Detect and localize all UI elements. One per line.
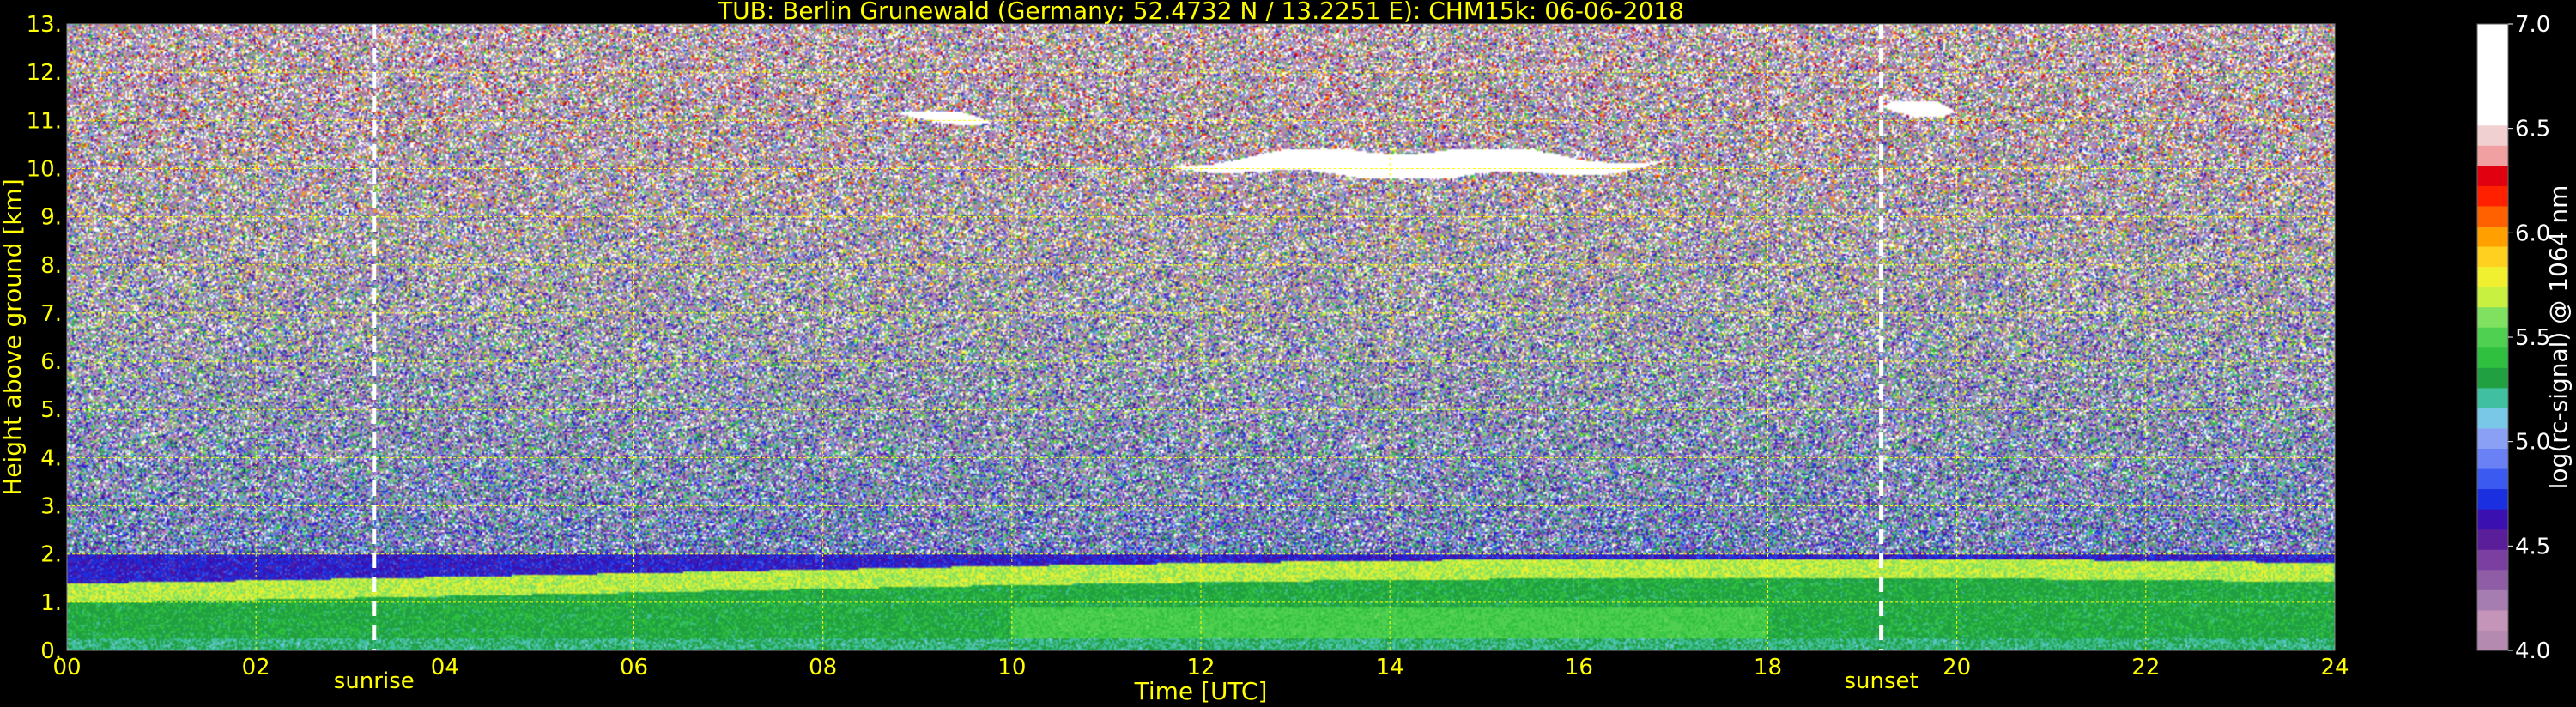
colorbar-tick-label: 4.5 (2515, 534, 2550, 559)
y-tick-label: 2. (40, 542, 62, 568)
y-tick-label: 11. (27, 108, 62, 134)
colorbar-segment (2477, 488, 2508, 510)
x-tick-label: 18 (1754, 655, 1782, 680)
colorbar-segment (2477, 549, 2508, 571)
x-tick-label: 22 (2131, 655, 2160, 680)
colorbar-segment (2477, 529, 2508, 550)
colorbar-segment (2477, 165, 2508, 186)
colorbar-tick-label: 6.5 (2515, 117, 2550, 142)
colorbar-segment (2477, 367, 2508, 389)
y-tick-label: 1. (40, 590, 62, 616)
y-tick-label: 4. (40, 445, 62, 471)
y-tick-label: 13. (27, 12, 62, 38)
marker-label-sunrise: sunrise (334, 668, 415, 694)
y-tick-label: 9. (40, 205, 62, 231)
ceilometer-figure: sunrise sunset TUB: Berlin Grunewald (Ger… (0, 0, 2576, 707)
colorbar-segment (2477, 105, 2508, 126)
y-axis-label: Height above ground [km] (0, 178, 27, 496)
x-tick-label: 16 (1565, 655, 1593, 680)
colorbar-segment (2477, 44, 2508, 65)
x-tick-label: 20 (1943, 655, 1971, 680)
colorbar-segment (2477, 185, 2508, 207)
colorbar-segment (2477, 609, 2508, 631)
x-tick-label: 04 (431, 655, 459, 680)
y-tick-label: 7. (40, 301, 62, 327)
colorbar-segment (2477, 569, 2508, 590)
x-tick-label: 02 (242, 655, 270, 680)
colorbar-segment (2477, 124, 2508, 146)
colorbar-tick-label: 7.0 (2515, 12, 2550, 38)
x-tick-label: 00 (52, 655, 81, 680)
colorbar-segment (2477, 84, 2508, 106)
colorbar-segment (2477, 427, 2508, 450)
colorbar-segment (2477, 589, 2508, 611)
colorbar-segment (2477, 468, 2508, 490)
colorbar-tick-label: 4.0 (2515, 638, 2550, 664)
colorbar-segment (2477, 408, 2508, 429)
colorbar-segment (2477, 509, 2508, 530)
y-tick-label: 5. (40, 397, 62, 423)
x-axis-label: Time [UTC] (1134, 677, 1268, 705)
colorbar-segment (2477, 448, 2508, 469)
colorbar-segment (2477, 387, 2508, 408)
colorbar-segment (2477, 145, 2508, 166)
y-tick-label: 6. (40, 349, 62, 375)
colorbar-segment (2477, 24, 2508, 45)
x-tick-label: 14 (1376, 655, 1404, 680)
colorbar-segment (2477, 205, 2508, 227)
y-tick-label: 10. (27, 156, 62, 182)
x-tick-label: 08 (809, 655, 837, 680)
colorbar-segment (2477, 306, 2508, 328)
colorbar-segment (2477, 246, 2508, 268)
y-tick-label: 12. (27, 60, 62, 86)
marker-label-sunset: sunset (1844, 668, 1918, 694)
colorbar-segment (2477, 630, 2508, 651)
colorbar-segment (2477, 226, 2508, 247)
colorbar-label: log(rc-signal) @ 1064 nm (2544, 185, 2573, 490)
y-tick-label: 8. (40, 253, 62, 279)
x-tick-label: 24 (2320, 655, 2349, 680)
colorbar-segment (2477, 347, 2508, 368)
chart-title: TUB: Berlin Grunewald (Germany; 52.4732 … (717, 0, 1684, 25)
x-tick-label: 06 (620, 655, 648, 680)
x-tick-label: 10 (997, 655, 1026, 680)
colorbar-segment (2477, 287, 2508, 308)
colorbar-segment (2477, 327, 2508, 348)
colorbar-segment (2477, 266, 2508, 287)
colorbar-segment (2477, 64, 2508, 86)
y-tick-label: 3. (40, 494, 62, 520)
colorbar (2476, 23, 2509, 651)
